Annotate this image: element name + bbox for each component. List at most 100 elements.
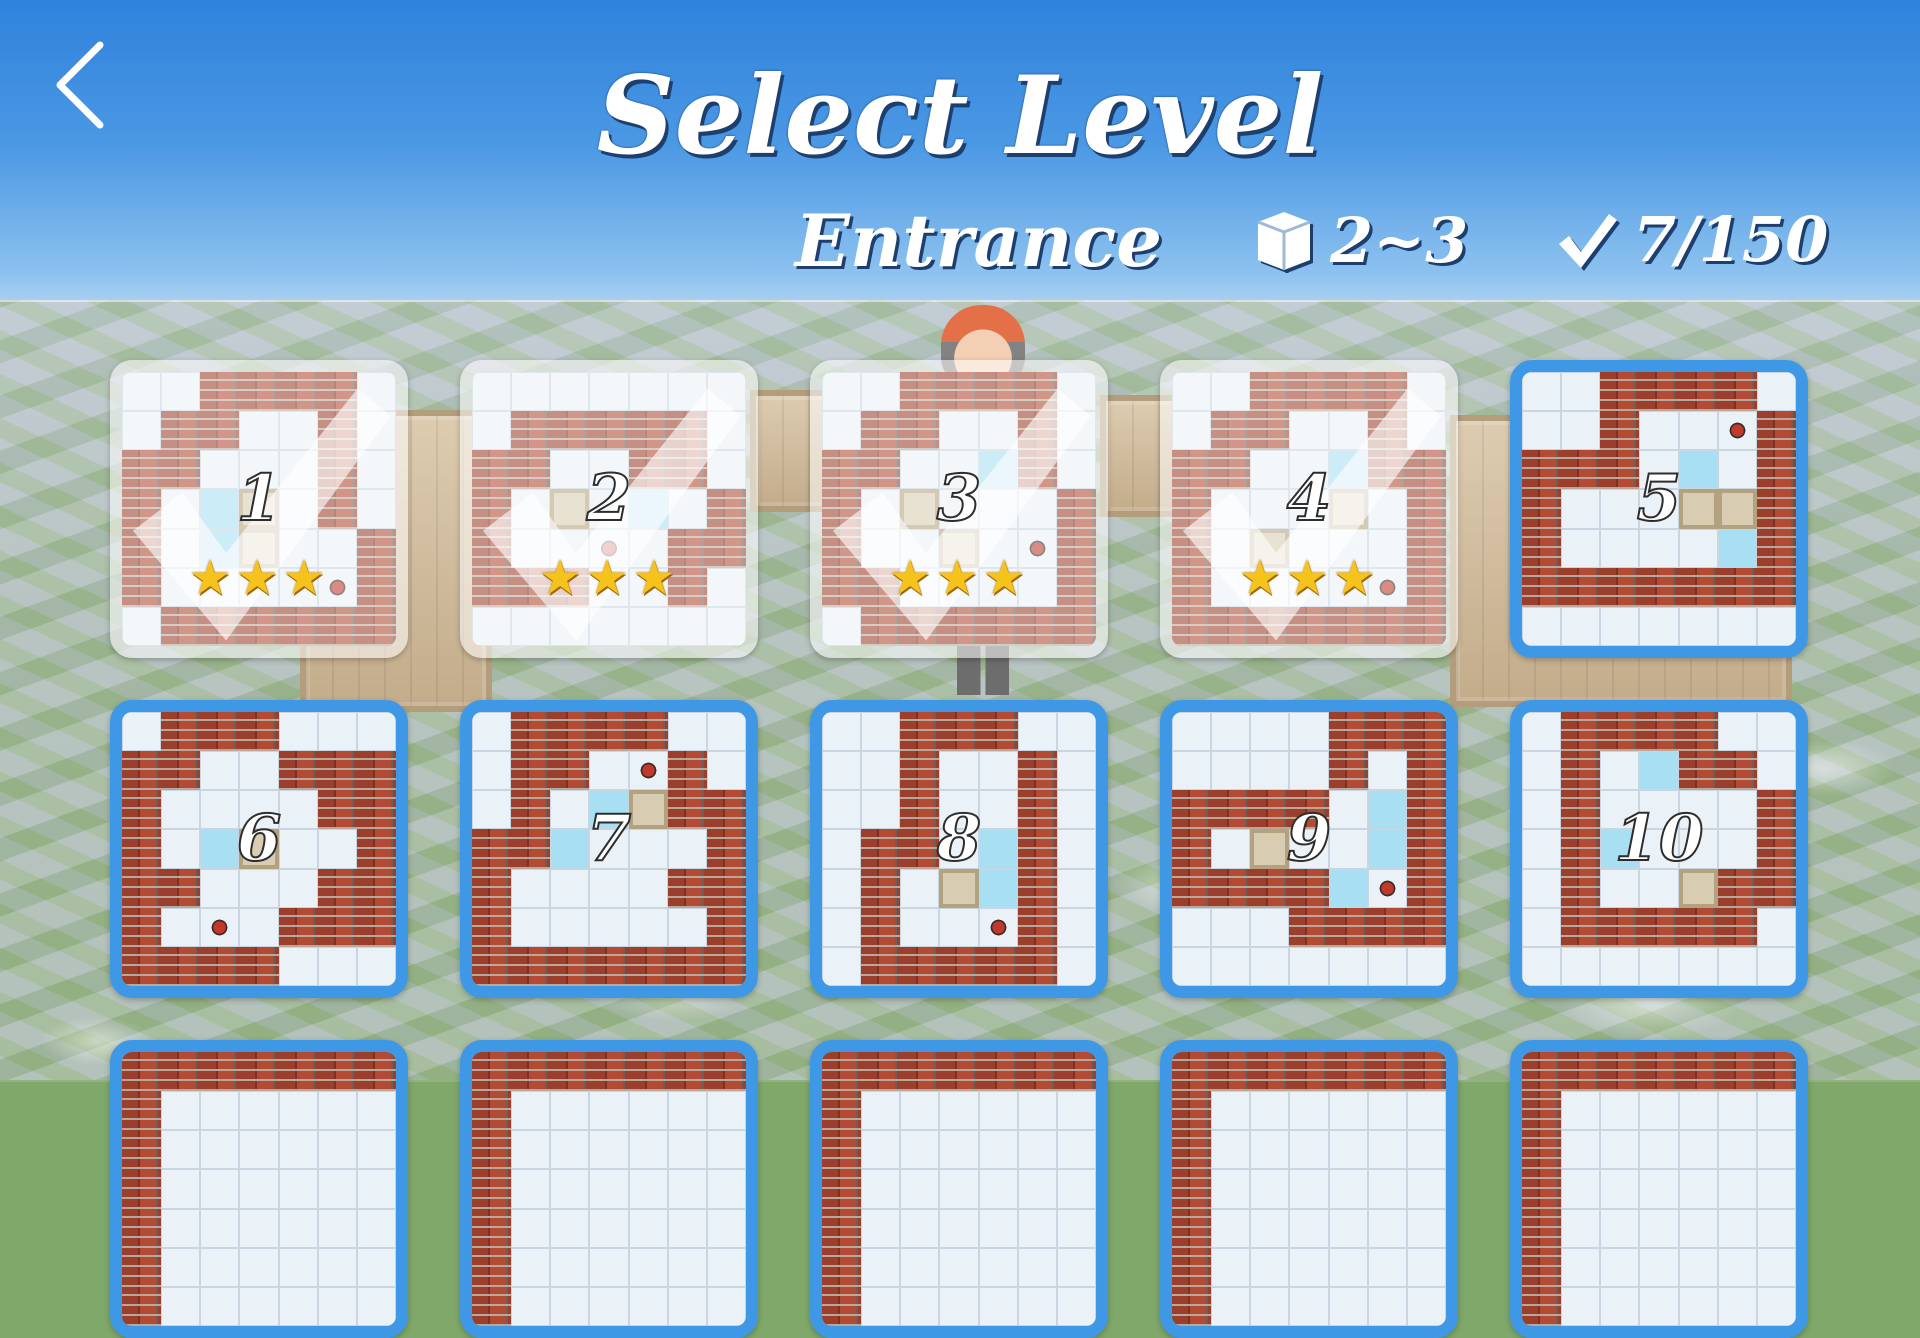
map-cell bbox=[1522, 868, 1562, 908]
map-cell bbox=[978, 1091, 1018, 1131]
map-cell bbox=[1561, 1286, 1601, 1326]
map-cell bbox=[1600, 1091, 1640, 1131]
map-cell bbox=[1522, 1052, 1562, 1092]
map-cell bbox=[1289, 1052, 1329, 1092]
map-cell bbox=[939, 1208, 979, 1248]
map-cell bbox=[200, 1130, 240, 1170]
star-icon: ★ bbox=[538, 550, 586, 606]
map-cell bbox=[1211, 1130, 1251, 1170]
level-tile[interactable]: 8 bbox=[810, 700, 1108, 998]
level-number: 10 bbox=[1613, 801, 1704, 876]
map-cell bbox=[861, 1169, 901, 1209]
level-tile[interactable]: 9 bbox=[1160, 700, 1458, 998]
map-cell bbox=[1056, 1169, 1096, 1209]
map-cell bbox=[1328, 1247, 1368, 1287]
map-cell bbox=[1017, 1286, 1057, 1326]
map-cell bbox=[161, 712, 201, 752]
level-tile[interactable]: 6 bbox=[110, 700, 408, 998]
map-cell bbox=[822, 1286, 862, 1326]
map-cell bbox=[1717, 907, 1757, 947]
map-cell bbox=[1717, 411, 1757, 451]
level-tile[interactable]: 2 ★★★ bbox=[460, 360, 758, 658]
map-cell bbox=[1678, 907, 1718, 947]
map-cell bbox=[1561, 751, 1601, 791]
map-cell bbox=[1056, 1130, 1096, 1170]
map-cell bbox=[1172, 1169, 1212, 1209]
map-cell bbox=[1211, 751, 1251, 791]
map-cell bbox=[1756, 1091, 1796, 1131]
level-tile[interactable]: 5 bbox=[1510, 360, 1808, 658]
level-tile[interactable] bbox=[460, 1040, 758, 1338]
level-map-preview bbox=[1522, 1052, 1796, 1326]
map-cell bbox=[1600, 712, 1640, 752]
map-cell bbox=[1056, 1091, 1096, 1131]
map-cell bbox=[1522, 567, 1562, 607]
level-tile[interactable]: 7 bbox=[460, 700, 758, 998]
level-number: 5 bbox=[1636, 461, 1683, 536]
map-cell bbox=[1561, 1247, 1601, 1287]
map-cell bbox=[1328, 868, 1368, 908]
map-cell bbox=[861, 1052, 901, 1092]
map-cell bbox=[589, 1208, 629, 1248]
map-cell bbox=[239, 1169, 279, 1209]
map-cell bbox=[900, 712, 940, 752]
map-cell bbox=[472, 907, 512, 947]
map-cell bbox=[667, 1247, 707, 1287]
map-cell bbox=[472, 868, 512, 908]
map-cell bbox=[1600, 1130, 1640, 1170]
map-cell bbox=[1367, 868, 1407, 908]
map-cell bbox=[1211, 1091, 1251, 1131]
map-cell bbox=[1756, 751, 1796, 791]
map-cell bbox=[317, 1208, 357, 1248]
star-icon: ★ bbox=[982, 550, 1030, 606]
level-tile[interactable]: 4 ★★★ bbox=[1160, 360, 1458, 658]
map-cell bbox=[1056, 868, 1096, 908]
map-cell bbox=[356, 1169, 396, 1209]
map-cell bbox=[278, 868, 318, 908]
map-cell bbox=[278, 1091, 318, 1131]
map-cell bbox=[472, 1052, 512, 1092]
map-cell bbox=[278, 751, 318, 791]
level-tile[interactable]: 3 ★★★ bbox=[810, 360, 1108, 658]
level-tile[interactable] bbox=[1510, 1040, 1808, 1338]
map-cell bbox=[589, 751, 629, 791]
map-cell bbox=[472, 712, 512, 752]
map-cell bbox=[1717, 1247, 1757, 1287]
map-cell bbox=[589, 712, 629, 752]
map-cell bbox=[1600, 1247, 1640, 1287]
level-tile[interactable]: 10 bbox=[1510, 700, 1808, 998]
map-cell bbox=[1017, 1247, 1057, 1287]
map-cell bbox=[511, 1286, 551, 1326]
map-cell bbox=[978, 946, 1018, 986]
map-cell bbox=[1172, 946, 1212, 986]
star-icon: ★ bbox=[1332, 550, 1380, 606]
map-cell bbox=[1717, 1052, 1757, 1092]
level-tile[interactable]: 1 ★★★ bbox=[110, 360, 408, 658]
map-cell bbox=[1211, 1169, 1251, 1209]
map-cell bbox=[278, 712, 318, 752]
map-cell bbox=[550, 1052, 590, 1092]
map-cell bbox=[317, 1247, 357, 1287]
map-cell bbox=[1756, 567, 1796, 607]
level-tile[interactable] bbox=[110, 1040, 408, 1338]
star-rating: ★★★ bbox=[472, 554, 746, 602]
map-cell bbox=[1639, 1052, 1679, 1092]
map-cell bbox=[667, 1130, 707, 1170]
map-cell bbox=[1678, 751, 1718, 791]
map-cell bbox=[1678, 567, 1718, 607]
level-tile[interactable] bbox=[810, 1040, 1108, 1338]
map-cell bbox=[706, 946, 746, 986]
map-cell bbox=[978, 907, 1018, 947]
map-cell bbox=[1756, 528, 1796, 568]
map-cell bbox=[589, 1169, 629, 1209]
map-cell bbox=[1561, 1091, 1601, 1131]
map-cell bbox=[317, 712, 357, 752]
level-tile[interactable] bbox=[1160, 1040, 1458, 1338]
map-cell bbox=[200, 1208, 240, 1248]
map-cell bbox=[589, 946, 629, 986]
map-cell bbox=[1289, 1091, 1329, 1131]
star-icon: ★ bbox=[1238, 550, 1286, 606]
map-cell bbox=[1367, 751, 1407, 791]
map-cell bbox=[550, 1130, 590, 1170]
map-cell bbox=[1289, 1169, 1329, 1209]
